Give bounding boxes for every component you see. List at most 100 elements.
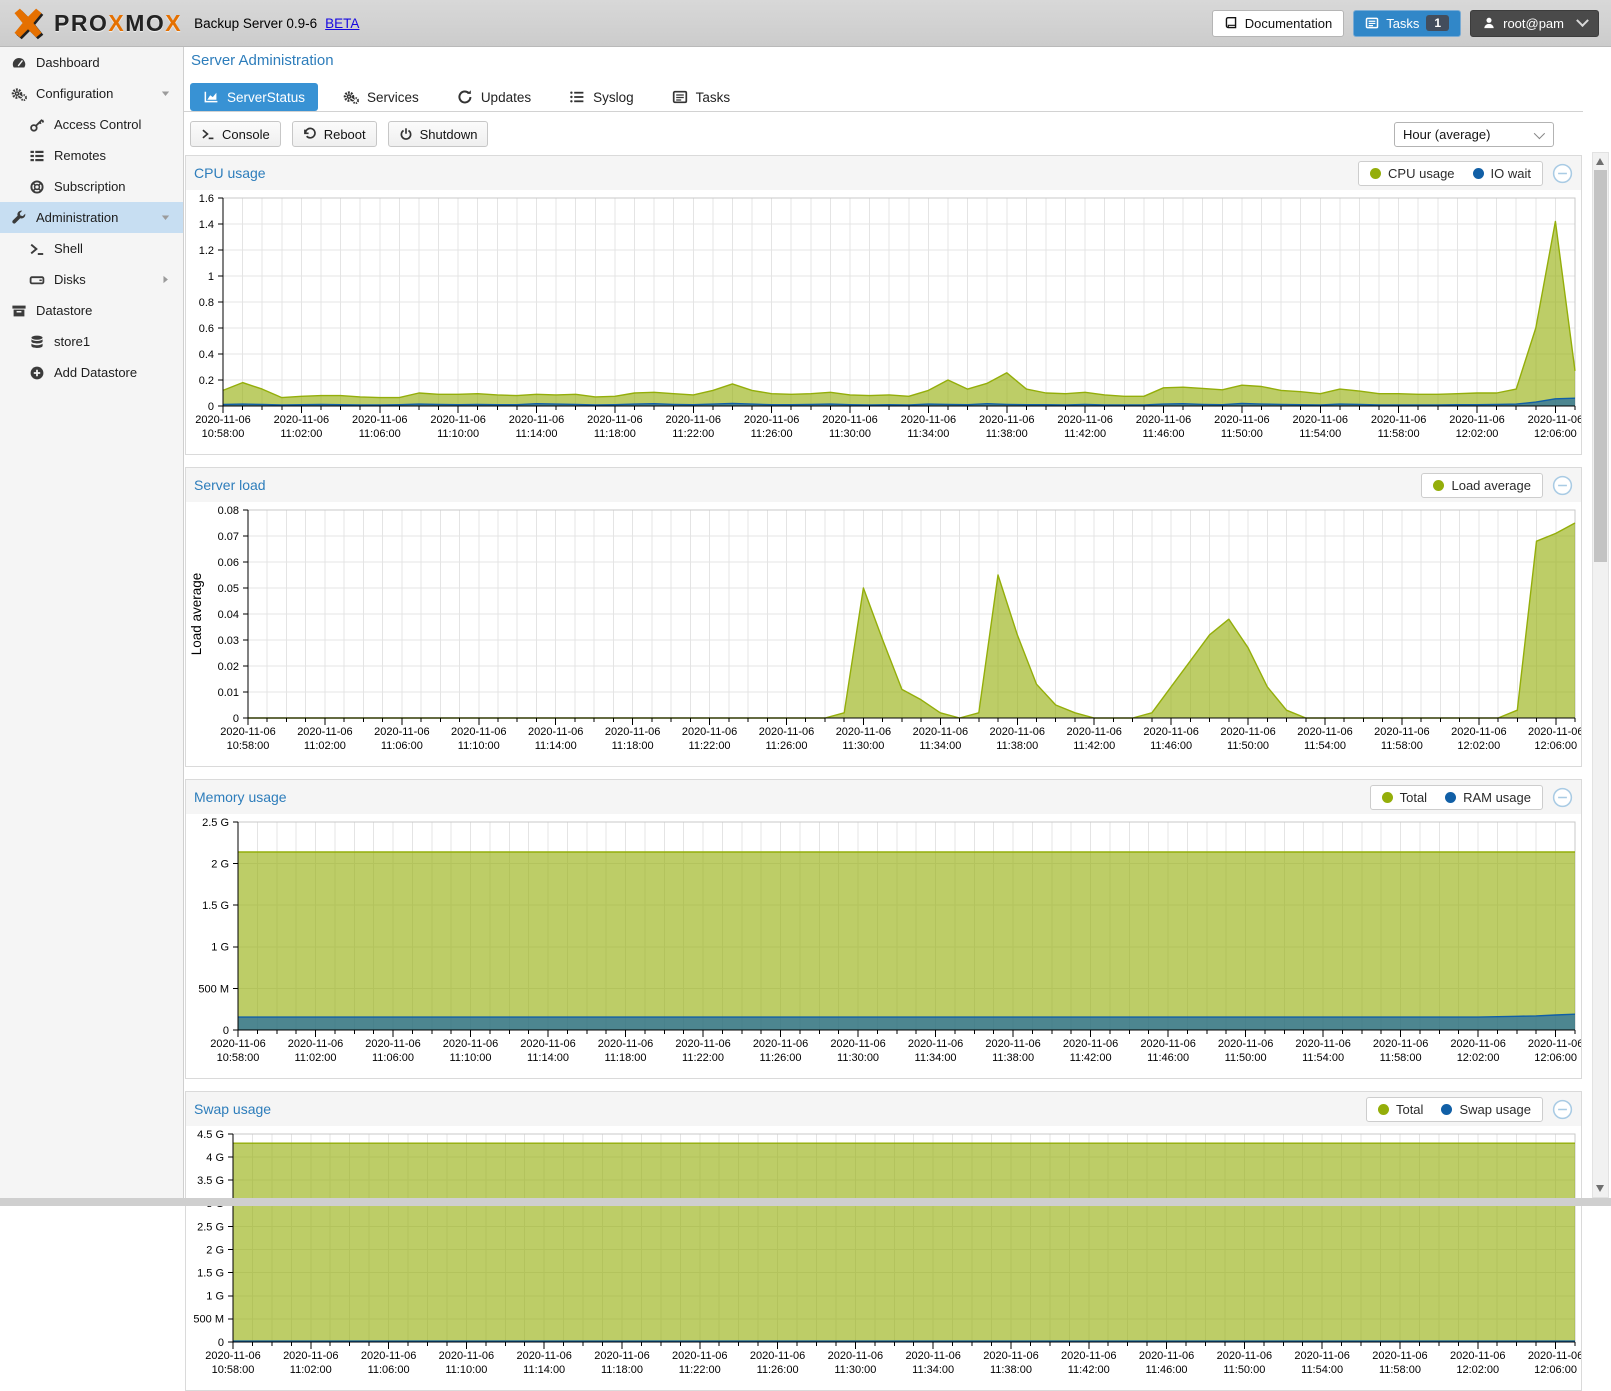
sidebar-item-disks[interactable]: Disks <box>0 264 183 295</box>
svg-text:11:46:00: 11:46:00 <box>1146 1364 1188 1376</box>
documentation-label: Documentation <box>1245 16 1332 31</box>
svg-text:2020-11-06: 2020-11-06 <box>520 1038 575 1050</box>
user-menu-button[interactable]: root@pam <box>1470 10 1599 37</box>
svg-text:2020-11-06: 2020-11-06 <box>509 414 564 426</box>
legend-item-ram-usage[interactable]: RAM usage <box>1445 790 1531 805</box>
svg-text:12:06:00: 12:06:00 <box>1534 428 1577 440</box>
timeframe-select[interactable]: Hour (average) <box>1394 122 1554 147</box>
svg-text:2020-11-06: 2020-11-06 <box>1449 414 1504 426</box>
svg-text:2020-11-06: 2020-11-06 <box>594 1350 649 1362</box>
svg-text:11:22:00: 11:22:00 <box>682 1052 724 1064</box>
book-icon <box>1224 16 1238 30</box>
sidebar-item-store1[interactable]: store1 <box>0 326 183 357</box>
sidebar: Dashboard ConfigurationAccess ControlRemo… <box>0 47 183 1198</box>
documentation-button[interactable]: Documentation <box>1212 10 1344 37</box>
key-icon <box>29 117 45 133</box>
legend-item-total[interactable]: Total <box>1382 790 1427 805</box>
refresh-icon <box>457 89 473 105</box>
svg-text:2020-11-06: 2020-11-06 <box>1218 1038 1273 1050</box>
collapse-panel-icon[interactable] <box>1552 787 1573 808</box>
tab-updates[interactable]: Updates <box>444 83 544 111</box>
svg-text:11:30:00: 11:30:00 <box>842 740 884 752</box>
tasks-button[interactable]: Tasks 1 <box>1353 10 1461 37</box>
svg-text:0: 0 <box>223 1025 229 1037</box>
legend-label: Total <box>1396 1102 1423 1117</box>
svg-text:11:06:00: 11:06:00 <box>359 428 401 440</box>
server-load-panel: Server loadLoad average00.010.020.030.04… <box>185 467 1582 767</box>
svg-text:1 G: 1 G <box>211 942 229 954</box>
sidebar-item-add-datastore[interactable]: Add Datastore <box>0 357 183 388</box>
scroll-up-arrow-icon[interactable] <box>1596 158 1604 165</box>
chart-legend[interactable]: Total RAM usage <box>1370 785 1543 810</box>
sidebar-item-dashboard[interactable]: Dashboard <box>0 47 183 78</box>
svg-text:11:10:00: 11:10:00 <box>450 1052 492 1064</box>
panel-header: Swap usage Total Swap usage <box>186 1092 1581 1126</box>
sidebar-item-configuration[interactable]: Configuration <box>0 78 183 109</box>
legend-item-io-wait[interactable]: IO wait <box>1473 166 1531 181</box>
legend-item-total[interactable]: Total <box>1378 1102 1423 1117</box>
svg-text:2020-11-06: 2020-11-06 <box>220 726 275 738</box>
tab-bar: ServerStatus Services Updates Syslog Tasks <box>190 83 743 111</box>
svg-text:0.08: 0.08 <box>218 505 239 517</box>
svg-text:10:58:00: 10:58:00 <box>202 428 245 440</box>
sidebar-item-remotes[interactable]: Remotes <box>0 140 183 171</box>
panel-title: CPU usage <box>194 165 266 181</box>
tab-syslog[interactable]: Syslog <box>556 83 647 111</box>
sidebar-item-label: Dashboard <box>36 55 100 70</box>
chart-legend[interactable]: Load average <box>1421 473 1543 498</box>
legend-dot-icon <box>1370 168 1381 179</box>
reboot-button[interactable]: Reboot <box>292 121 377 147</box>
svg-text:2020-11-06: 2020-11-06 <box>361 1350 416 1362</box>
loglist-icon <box>569 89 585 105</box>
beta-link[interactable]: BETA <box>325 16 359 31</box>
server-load-chart: 00.010.020.030.040.050.060.070.082020-11… <box>186 502 1581 765</box>
svg-text:11:46:00: 11:46:00 <box>1143 428 1185 440</box>
collapse-panel-icon[interactable] <box>1552 163 1573 184</box>
svg-text:2020-11-06: 2020-11-06 <box>288 1038 343 1050</box>
svg-text:2 G: 2 G <box>211 858 229 870</box>
svg-text:2020-11-06: 2020-11-06 <box>587 414 642 426</box>
svg-text:1.5 G: 1.5 G <box>197 1268 224 1280</box>
vertical-scrollbar[interactable] <box>1592 152 1609 1198</box>
legend-item-swap-usage[interactable]: Swap usage <box>1441 1102 1531 1117</box>
plus-icon <box>29 365 45 381</box>
tab-services[interactable]: Services <box>330 83 432 111</box>
sidebar-item-datastore[interactable]: Datastore <box>0 295 183 326</box>
collapse-panel-icon[interactable] <box>1552 475 1573 496</box>
tab-serverstatus[interactable]: ServerStatus <box>190 83 318 111</box>
svg-text:11:02:00: 11:02:00 <box>280 428 322 440</box>
chart-legend[interactable]: Total Swap usage <box>1366 1097 1543 1122</box>
svg-text:2020-11-06: 2020-11-06 <box>365 1038 420 1050</box>
svg-text:4 G: 4 G <box>206 1152 224 1164</box>
shutdown-button[interactable]: Shutdown <box>388 121 489 147</box>
scrollbar-thumb[interactable] <box>1594 170 1607 562</box>
sidebar-item-administration[interactable]: Administration <box>0 202 183 233</box>
panel-header: Server loadLoad average <box>186 468 1581 502</box>
sidebar-item-label: Datastore <box>36 303 92 318</box>
svg-text:11:30:00: 11:30:00 <box>829 428 871 440</box>
toolbar: Console Reboot Shutdown <box>190 121 488 147</box>
sidebar-item-subscription[interactable]: Subscription <box>0 171 183 202</box>
svg-text:11:06:00: 11:06:00 <box>372 1052 414 1064</box>
console-button[interactable]: Console <box>190 121 281 147</box>
panel-title: Swap usage <box>194 1101 271 1117</box>
svg-text:2020-11-06: 2020-11-06 <box>297 726 352 738</box>
svg-text:2020-11-06: 2020-11-06 <box>1140 1038 1195 1050</box>
collapse-panel-icon[interactable] <box>1552 1099 1573 1120</box>
svg-text:11:46:00: 11:46:00 <box>1147 1052 1189 1064</box>
svg-text:2020-11-06: 2020-11-06 <box>666 414 721 426</box>
scroll-down-arrow-icon[interactable] <box>1596 1185 1604 1192</box>
sidebar-item-access-control[interactable]: Access Control <box>0 109 183 140</box>
svg-text:0.01: 0.01 <box>218 687 239 699</box>
svg-text:11:26:00: 11:26:00 <box>760 1052 802 1064</box>
legend-item-load-average[interactable]: Load average <box>1433 478 1531 493</box>
legend-item-cpu-usage[interactable]: CPU usage <box>1370 166 1454 181</box>
sidebar-item-shell[interactable]: Shell <box>0 233 183 264</box>
chart-legend[interactable]: CPU usage IO wait <box>1358 161 1543 186</box>
svg-text:12:02:00: 12:02:00 <box>1456 428 1499 440</box>
svg-text:1 G: 1 G <box>206 1291 224 1303</box>
cpu-usage-chart: 00.20.40.60.811.21.41.62020-11-0610:58:0… <box>186 190 1581 453</box>
tab-tasks[interactable]: Tasks <box>659 83 744 111</box>
svg-text:0.4: 0.4 <box>199 349 214 361</box>
svg-text:2020-11-06: 2020-11-06 <box>1063 1038 1118 1050</box>
